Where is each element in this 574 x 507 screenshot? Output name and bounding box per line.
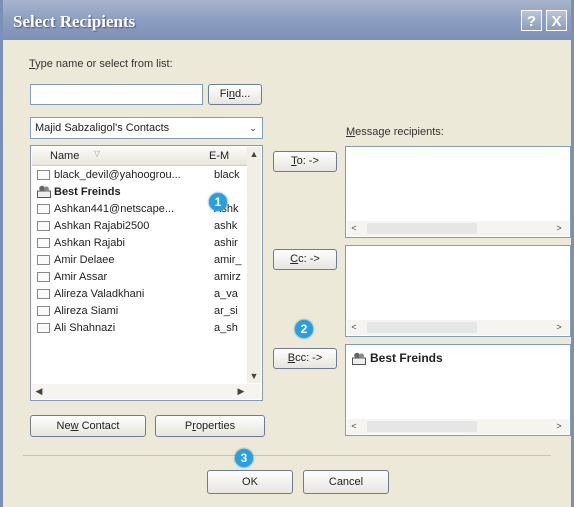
scroll-right-icon[interactable]: >: [552, 419, 566, 433]
search-label: Type name or select from list:: [29, 58, 173, 70]
sort-arrow-icon: ▽: [94, 149, 101, 158]
title-bar[interactable]: Select Recipients ? X: [3, 0, 571, 40]
scroll-thumb[interactable]: [367, 223, 477, 234]
scroll-thumb[interactable]: [367, 322, 477, 333]
list-header: Name ▽ E-M: [32, 147, 256, 166]
chevron-down-icon: ⌄: [249, 123, 257, 133]
scroll-left-icon[interactable]: ◀: [32, 384, 46, 398]
list-item[interactable]: Amir Assar amirz: [37, 269, 251, 286]
list-item[interactable]: Ali Shahnazi a_sh: [37, 320, 251, 337]
contact-card-icon: [37, 255, 50, 265]
bcc-button[interactable]: Bcc: ->: [273, 348, 337, 369]
scroll-right-icon[interactable]: >: [552, 320, 566, 334]
list-item[interactable]: Ashkan Rajabi ashir: [37, 235, 251, 252]
annotation-marker-3: 3: [235, 449, 253, 467]
to-recipients-box[interactable]: < >: [345, 146, 571, 238]
scroll-thumb[interactable]: [367, 421, 477, 432]
contacts-list: Name ▽ E-M black_devil@yahoogrou... blac…: [30, 145, 263, 401]
distribution-list-icon: [352, 352, 366, 365]
message-recipients-label: Message recipients:: [346, 126, 444, 138]
annotation-marker-1: 1: [209, 193, 227, 211]
address-book-value: Majid Sabzaligol's Contacts: [35, 122, 170, 134]
bcc-horizontal-scrollbar[interactable]: < >: [347, 419, 569, 434]
list-item[interactable]: Alireza Siami ar_si: [37, 303, 251, 320]
ok-button[interactable]: OK: [207, 470, 293, 494]
find-button[interactable]: Find...: [208, 84, 262, 105]
list-item[interactable]: black_devil@yahoogrou... black: [37, 167, 251, 184]
bcc-recipients-box[interactable]: Best Freinds < >: [345, 344, 571, 436]
divider: [23, 455, 551, 456]
contact-card-icon: [37, 170, 50, 180]
contact-card-icon: [37, 306, 50, 316]
distribution-list-icon: [37, 185, 51, 198]
scroll-left-icon[interactable]: <: [347, 320, 361, 334]
list-item[interactable]: Alireza Valadkhani a_va: [37, 286, 251, 303]
contact-card-icon: [37, 289, 50, 299]
scroll-right-icon[interactable]: >: [552, 221, 566, 235]
annotation-marker-2: 2: [295, 320, 313, 338]
bcc-recipient-item[interactable]: Best Freinds: [352, 351, 443, 365]
contact-card-icon: [37, 323, 50, 333]
scroll-left-icon[interactable]: <: [347, 221, 361, 235]
cc-button[interactable]: Cc: ->: [273, 249, 337, 270]
address-book-dropdown[interactable]: Majid Sabzaligol's Contacts ⌄: [30, 117, 263, 139]
to-horizontal-scrollbar[interactable]: < >: [347, 221, 569, 236]
scroll-left-icon[interactable]: <: [347, 419, 361, 433]
select-recipients-dialog: Select Recipients ? X Type name or selec…: [0, 0, 574, 507]
contact-card-icon: [37, 238, 50, 248]
to-button[interactable]: To: ->: [273, 151, 337, 172]
new-contact-button[interactable]: New Contact: [30, 415, 146, 437]
column-header-name[interactable]: Name: [50, 150, 79, 162]
cc-recipients-box[interactable]: < >: [345, 245, 571, 337]
cancel-button[interactable]: Cancel: [303, 470, 389, 494]
close-button[interactable]: X: [546, 10, 567, 31]
window-title: Select Recipients: [13, 12, 136, 31]
search-input[interactable]: [30, 84, 203, 105]
contact-card-icon: [37, 204, 50, 214]
list-horizontal-scrollbar[interactable]: ◀ ▶: [32, 384, 261, 399]
list-item[interactable]: Amir Delaee amir_: [37, 252, 251, 269]
scroll-up-icon[interactable]: ▲: [247, 147, 261, 161]
cc-horizontal-scrollbar[interactable]: < >: [347, 320, 569, 335]
contact-card-icon: [37, 272, 50, 282]
help-button[interactable]: ?: [521, 10, 542, 31]
properties-button[interactable]: Properties: [155, 415, 265, 437]
scroll-down-icon[interactable]: ▼: [247, 369, 261, 383]
contact-card-icon: [37, 221, 50, 231]
column-header-email[interactable]: E-M: [209, 150, 229, 162]
list-vertical-scrollbar[interactable]: ▲ ▼: [247, 147, 261, 383]
scroll-right-icon[interactable]: ▶: [234, 384, 248, 398]
list-item[interactable]: Ashkan Rajabi2500 ashk: [37, 218, 251, 235]
